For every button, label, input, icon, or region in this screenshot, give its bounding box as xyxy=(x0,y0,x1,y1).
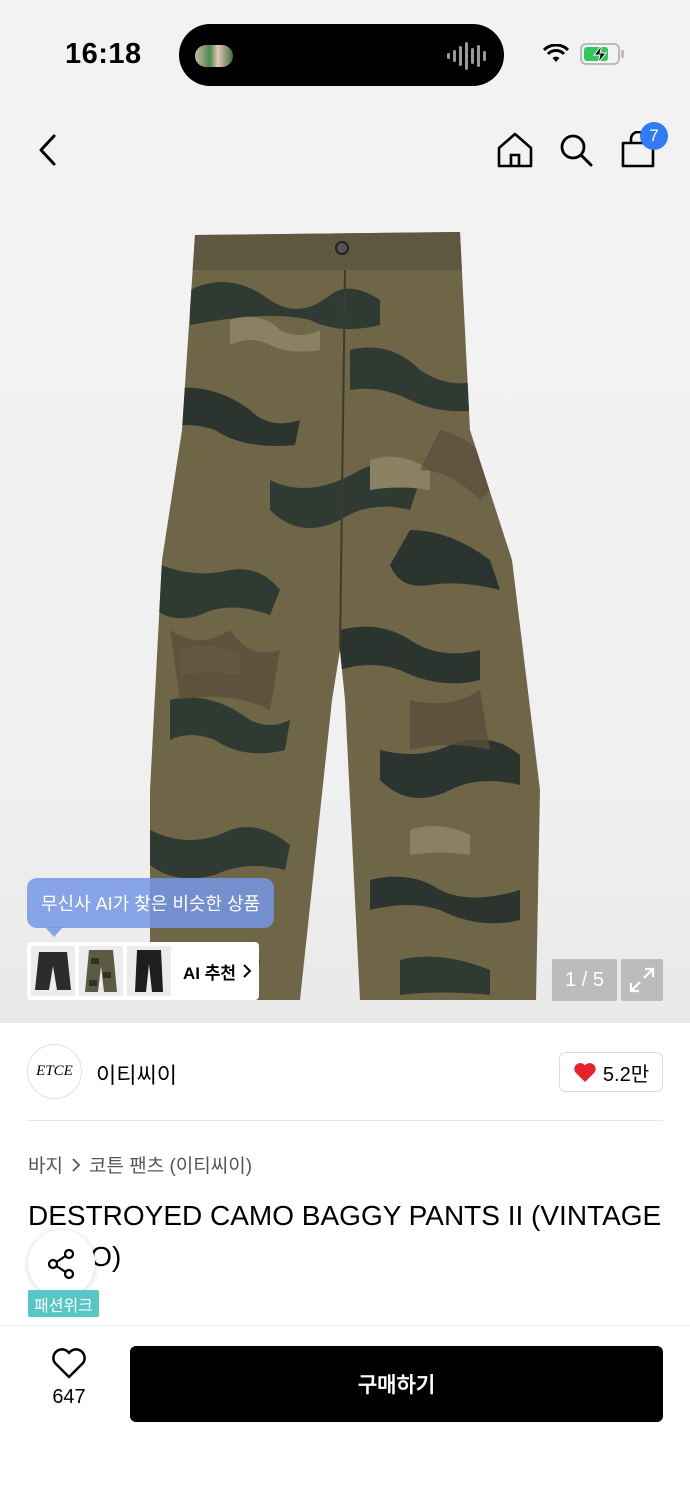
home-icon xyxy=(497,132,533,168)
fashion-week-tag: 패션위크 xyxy=(28,1290,99,1317)
dynamic-island xyxy=(179,24,504,86)
product-image-carousel[interactable]: 무신사 AI가 찾은 비슷한 상품 AI 추천 1 / 5 xyxy=(0,200,690,1023)
wishlist-button[interactable]: 647 xyxy=(38,1348,100,1416)
product-title: DESTROYED CAMO BAGGY PANTS II (VINTAGE C… xyxy=(28,1200,662,1272)
breadcrumb-subcategory[interactable]: 코튼 팬츠 (이티씨이) xyxy=(89,1151,252,1178)
heart-filled-icon xyxy=(574,1063,596,1082)
chevron-left-icon xyxy=(39,134,56,166)
brand-row: ETCE 이티씨이 5.2만 xyxy=(0,1023,690,1121)
now-playing-artwork xyxy=(195,45,233,67)
status-bar: 16:18 xyxy=(0,0,690,100)
breadcrumb-category[interactable]: 바지 xyxy=(28,1151,63,1178)
heart-outline-icon xyxy=(52,1348,86,1379)
audio-wave-icon xyxy=(447,42,486,70)
home-button[interactable] xyxy=(493,128,537,172)
search-button[interactable] xyxy=(554,128,598,172)
chevron-right-icon xyxy=(72,1157,81,1172)
share-button[interactable] xyxy=(28,1230,95,1297)
ai-recommend-label: AI 추천 xyxy=(183,963,237,983)
back-button[interactable] xyxy=(26,128,70,172)
ai-similar-tooltip: 무신사 AI가 찾은 비슷한 상품 xyxy=(27,878,275,937)
divider xyxy=(27,1120,663,1121)
buy-button[interactable]: 구매하기 xyxy=(130,1346,663,1422)
chevron-right-icon xyxy=(243,964,252,978)
brand-name[interactable]: 이티씨이 xyxy=(96,1058,177,1090)
status-time: 16:18 xyxy=(65,38,142,70)
search-icon xyxy=(560,134,593,167)
expand-icon xyxy=(629,967,655,993)
recommend-thumbnail[interactable] xyxy=(31,946,75,996)
wishlist-count: 647 xyxy=(52,1386,86,1408)
cart-count-badge: 7 xyxy=(640,122,668,150)
battery-icon xyxy=(580,43,624,65)
system-icons xyxy=(542,42,626,66)
product-header: 7 xyxy=(0,100,690,200)
ai-recommend-link[interactable]: AI 추천 xyxy=(183,959,252,984)
bottom-action-bar: 647 구매하기 xyxy=(0,1325,690,1500)
recommend-thumbnail[interactable] xyxy=(79,946,123,996)
breadcrumb: 바지 코튼 팬츠 (이티씨이) xyxy=(28,1151,252,1178)
brand-like-button[interactable]: 5.2만 xyxy=(559,1052,663,1092)
cart-button[interactable]: 7 xyxy=(616,122,668,172)
wifi-icon xyxy=(542,44,570,62)
image-counter: 1 / 5 xyxy=(552,959,617,1001)
recommend-thumbnail[interactable] xyxy=(127,946,171,996)
ai-recommend-card[interactable]: AI 추천 xyxy=(27,942,259,1000)
fullscreen-button[interactable] xyxy=(621,959,663,1001)
brand-like-count: 5.2만 xyxy=(602,1063,650,1086)
share-icon xyxy=(47,1248,74,1279)
brand-logo[interactable]: ETCE xyxy=(27,1044,82,1099)
